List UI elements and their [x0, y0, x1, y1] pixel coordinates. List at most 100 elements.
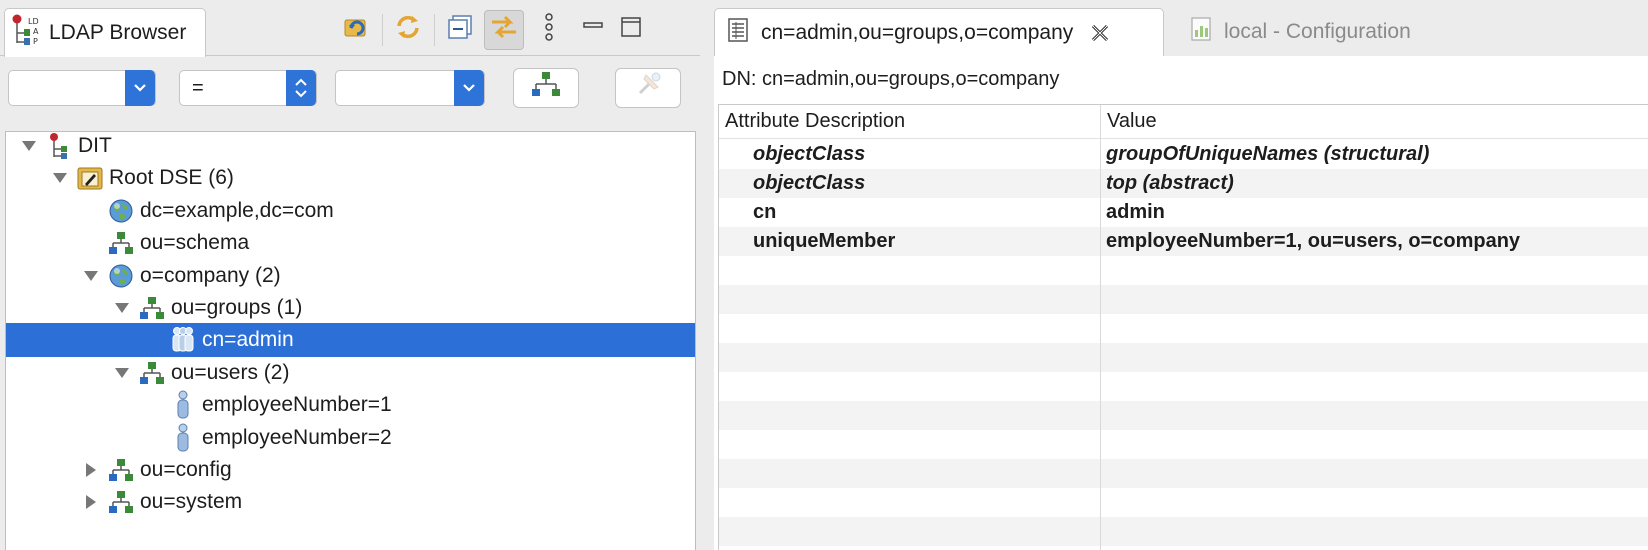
attribute-value-cell[interactable]: top (abstract)	[1106, 169, 1234, 198]
reload-button[interactable]	[390, 10, 426, 50]
expanded-twisty-icon[interactable]	[113, 299, 131, 317]
entry-editor-area: cn=admin,ou=groups,o=company local - Con…	[714, 0, 1648, 550]
svg-text:P: P	[33, 37, 38, 46]
tree-node[interactable]: employeeNumber=2	[6, 421, 695, 455]
reload-icon	[393, 12, 423, 48]
root-dse-icon	[77, 164, 103, 192]
tree-node[interactable]: ou=config	[6, 453, 695, 487]
twisty-placeholder	[144, 331, 162, 349]
attribute-value-cell[interactable]: groupOfUniqueNames (structural)	[1106, 140, 1429, 169]
tab-entry-editor[interactable]: cn=admin,ou=groups,o=company	[714, 8, 1164, 56]
tree-node[interactable]: ou=schema	[6, 226, 695, 260]
tree-node[interactable]: o=company (2)	[6, 259, 695, 293]
attribute-name-cell[interactable]: uniqueMember	[753, 227, 895, 256]
tree-node-label: DIT	[78, 134, 112, 157]
collapse-all-icon	[446, 13, 474, 47]
maximize-icon	[620, 16, 642, 44]
tree-node[interactable]: Root DSE (6)	[6, 161, 695, 195]
dn-label: DN: cn=admin,ou=groups,o=company	[722, 68, 1060, 90]
table-row[interactable]: cn admin	[719, 198, 1648, 227]
view-menu-button[interactable]	[536, 10, 562, 50]
tree-node[interactable]: dc=example,dc=com	[6, 194, 695, 228]
empty-table-row	[719, 401, 1648, 430]
globe-icon	[108, 197, 134, 225]
table-row[interactable]: uniqueMember employeeNumber=1, ou=users, …	[719, 227, 1648, 256]
tree-node[interactable]: cn=admin	[6, 323, 695, 358]
view-menu-icon	[543, 12, 555, 48]
select-base-dn-button[interactable]	[513, 68, 579, 108]
dit-icon	[46, 132, 72, 160]
twisty-placeholder	[82, 202, 100, 220]
toolbar-separator	[382, 14, 383, 46]
dit-tree[interactable]: DIT Root DSE (6) dc=example,dc=com ou=schem…	[5, 131, 696, 550]
config-file-icon	[1190, 16, 1212, 48]
operator-combo-value: =	[192, 76, 204, 99]
operator-combo[interactable]: =	[179, 70, 317, 106]
attribute-value-cell[interactable]: admin	[1106, 198, 1165, 227]
tree-node-label: Root DSE (6)	[109, 166, 234, 190]
collapse-all-button[interactable]	[442, 10, 478, 50]
org-unit-icon	[108, 456, 134, 484]
chevron-down-icon[interactable]	[454, 70, 484, 106]
expanded-twisty-icon[interactable]	[51, 169, 69, 187]
ldap-browser-tabbar: LD A P LDAP Browser	[0, 0, 700, 57]
collapsed-twisty-icon[interactable]	[82, 461, 100, 479]
empty-table-row	[719, 430, 1648, 459]
ldap-browser-icon: LD A P	[11, 13, 41, 53]
group-icon	[170, 326, 196, 354]
table-row[interactable]: objectClass groupOfUniqueNames (structura…	[719, 140, 1648, 169]
ldap-browser-view: LD A P LDAP Browser = DIT Root DSE (6) d…	[0, 0, 700, 550]
expanded-twisty-icon[interactable]	[82, 267, 100, 285]
chevron-down-icon[interactable]	[125, 70, 155, 106]
org-unit-icon	[139, 359, 165, 387]
close-icon[interactable]	[1089, 22, 1111, 44]
attributes-table[interactable]: Attribute Description Value objectClass g…	[718, 104, 1648, 550]
run-search-button[interactable]	[615, 68, 681, 108]
expanded-twisty-icon[interactable]	[20, 137, 38, 155]
attribute-name-cell[interactable]: cn	[753, 198, 776, 227]
minimize-icon	[582, 16, 604, 44]
refresh-button[interactable]	[338, 10, 374, 50]
tree-node-label: cn=admin	[202, 328, 294, 352]
expanded-twisty-icon[interactable]	[113, 364, 131, 382]
maximize-button[interactable]	[616, 10, 646, 50]
header-attribute-description[interactable]: Attribute Description	[719, 105, 1100, 139]
empty-table-row	[719, 314, 1648, 343]
link-with-editor-icon	[488, 11, 520, 49]
twisty-placeholder	[82, 234, 100, 252]
link-with-editor-button[interactable]	[484, 10, 524, 50]
empty-table-row	[719, 488, 1648, 517]
table-row[interactable]: objectClass top (abstract)	[719, 169, 1648, 198]
tab-local-configuration[interactable]: local - Configuration	[1178, 8, 1478, 56]
refresh-icon	[341, 12, 371, 48]
tree-node-label: employeeNumber=2	[202, 425, 392, 449]
collapsed-twisty-icon[interactable]	[82, 493, 100, 511]
attribute-value-cell[interactable]: employeeNumber=1, ou=users, o=company	[1106, 227, 1520, 256]
tree-node[interactable]: ou=system	[6, 485, 695, 519]
tree-node[interactable]: employeeNumber=1	[6, 388, 695, 422]
tree-node[interactable]: DIT	[6, 132, 695, 163]
value-combo[interactable]	[335, 70, 485, 106]
tree-node[interactable]: ou=groups (1)	[6, 291, 695, 325]
tree-node-label: ou=schema	[140, 231, 250, 255]
empty-table-row	[719, 285, 1648, 314]
tab-ldap-browser[interactable]: LD A P LDAP Browser	[4, 8, 206, 57]
org-unit-icon	[108, 229, 134, 257]
header-value[interactable]: Value	[1101, 105, 1648, 139]
empty-table-row	[719, 459, 1648, 488]
pane-sash[interactable]	[700, 0, 714, 550]
org-unit-icon	[139, 294, 165, 322]
person-icon	[170, 423, 196, 452]
up-down-arrows-icon[interactable]	[286, 70, 316, 106]
tree-node-label: ou=system	[140, 490, 243, 514]
tab-entry-editor-label: cn=admin,ou=groups,o=company	[761, 20, 1074, 44]
attribute-name-cell[interactable]: objectClass	[753, 169, 865, 198]
quick-search-bar: =	[0, 68, 700, 114]
attribute-combo[interactable]	[8, 70, 156, 106]
svg-text:LD: LD	[28, 17, 39, 26]
person-icon	[170, 390, 196, 419]
tab-ldap-browser-label: LDAP Browser	[49, 21, 187, 44]
attribute-name-cell[interactable]: objectClass	[753, 140, 865, 169]
minimize-button[interactable]	[578, 10, 608, 50]
tree-node[interactable]: ou=users (2)	[6, 356, 695, 390]
